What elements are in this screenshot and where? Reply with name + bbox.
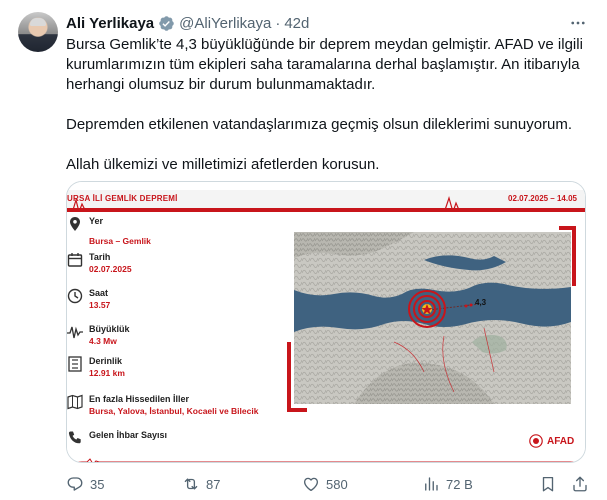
bookmark-icon bbox=[542, 476, 554, 492]
afad-logo: AFAD bbox=[529, 430, 574, 452]
detail-value: Bursa, Yalova, İstanbul, Kocaeli ve Bile… bbox=[89, 406, 259, 416]
tweet-paragraph: Bursa Gemlik’te 4,3 büyüklüğünde bir dep… bbox=[66, 36, 583, 93]
view-count: 72 B bbox=[446, 476, 473, 492]
detail-value: 12.91 km bbox=[89, 368, 125, 378]
seismograph-icon bbox=[67, 326, 83, 339]
earthquake-infographic: URSA İLİ GEMLİK DEPREMİ 02.07.2025 – 14.… bbox=[67, 182, 585, 462]
author-name[interactable]: Ali Yerlikaya bbox=[66, 15, 154, 32]
reply-count: 35 bbox=[90, 476, 105, 492]
detail-label: Tarih bbox=[89, 252, 111, 262]
detail-value: 13.57 bbox=[89, 300, 111, 310]
infographic-header: URSA İLİ GEMLİK DEPREMİ 02.07.2025 – 14.… bbox=[67, 190, 585, 212]
repost-icon bbox=[184, 478, 198, 490]
detail-value: Bursa – Gemlik bbox=[89, 236, 151, 246]
terrain-map bbox=[294, 232, 571, 404]
depth-icon bbox=[68, 356, 82, 372]
detail-value: 02.07.2025 bbox=[89, 264, 132, 274]
frame-accent bbox=[287, 408, 307, 412]
share-icon bbox=[573, 476, 587, 492]
author-handle[interactable]: @AliYerlikaya bbox=[179, 15, 271, 32]
verified-badge-icon bbox=[159, 15, 174, 31]
detail-label: Büyüklük bbox=[89, 324, 130, 334]
avatar[interactable] bbox=[18, 12, 58, 52]
share-button[interactable] bbox=[571, 474, 589, 494]
reply-icon bbox=[67, 477, 83, 491]
bookmark-button[interactable] bbox=[539, 474, 557, 494]
like-button[interactable]: 580 bbox=[302, 474, 348, 494]
more-options-button[interactable] bbox=[567, 12, 589, 34]
media-card[interactable]: URSA İLİ GEMLİK DEPREMİ 02.07.2025 – 14.… bbox=[66, 181, 586, 463]
map-icon bbox=[67, 394, 83, 410]
more-icon bbox=[571, 21, 585, 25]
frame-accent bbox=[572, 226, 576, 286]
detail-label: En fazla Hissedilen İller bbox=[89, 394, 190, 404]
detail-value: 4.3 Mw bbox=[89, 336, 117, 346]
repost-button[interactable]: 87 bbox=[182, 474, 220, 494]
detail-label: Derinlik bbox=[89, 356, 123, 366]
tweet-paragraph: Allah ülkemizi ve milletimizi afetlerden… bbox=[66, 156, 380, 173]
tweet-text: Bursa Gemlik’te 4,3 büyüklüğünde bir dep… bbox=[66, 35, 586, 175]
infographic-title: URSA İLİ GEMLİK DEPREMİ bbox=[67, 194, 178, 203]
tweet-actions: 35 87 580 72 B bbox=[66, 474, 593, 494]
magnitude-label: 4,3 bbox=[475, 298, 487, 307]
tweet-header: Ali Yerlikaya @AliYerlikaya · 42d bbox=[66, 13, 309, 33]
epicenter-marker bbox=[408, 290, 446, 328]
location-pin-icon bbox=[70, 217, 80, 231]
views-icon bbox=[425, 477, 438, 491]
reply-button[interactable]: 35 bbox=[66, 474, 104, 494]
phone-icon bbox=[68, 431, 81, 444]
separator: · bbox=[275, 14, 281, 32]
tweet-paragraph: Depremden etkilenen vatandaşlarımıza geç… bbox=[66, 116, 573, 133]
tweet: Ali Yerlikaya @AliYerlikaya · 42d Bursa … bbox=[0, 0, 607, 500]
infographic-datetime: 02.07.2025 – 14.05 bbox=[508, 194, 577, 203]
frame-accent bbox=[287, 342, 291, 412]
agency-name: AFAD bbox=[547, 435, 575, 447]
heart-icon bbox=[303, 477, 319, 492]
clock-icon bbox=[67, 288, 83, 304]
views-button[interactable]: 72 B bbox=[422, 474, 473, 494]
detail-label: Saat bbox=[89, 288, 109, 298]
afad-seal-icon bbox=[529, 434, 543, 448]
epicenter-map: 4,3 bbox=[294, 232, 571, 404]
repost-count: 87 bbox=[206, 476, 221, 492]
bottom-wave bbox=[67, 458, 585, 462]
like-count: 580 bbox=[326, 476, 348, 492]
detail-label: Gelen İhbar Sayısı bbox=[89, 430, 168, 440]
detail-label: Yer bbox=[89, 216, 104, 226]
calendar-icon bbox=[67, 253, 83, 267]
tweet-time[interactable]: 42d bbox=[284, 15, 309, 32]
